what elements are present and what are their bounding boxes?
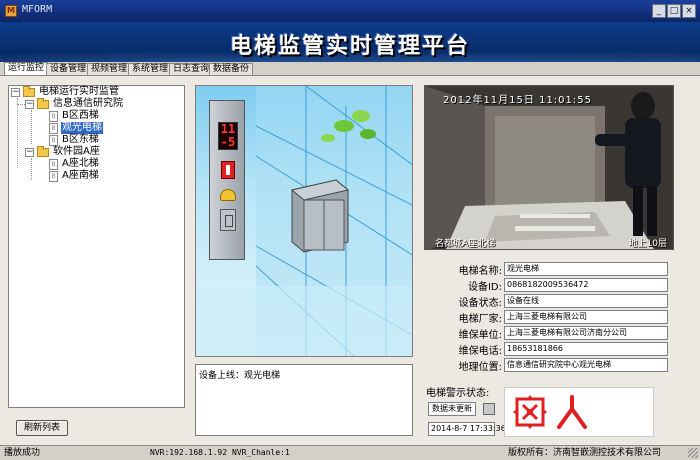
maintenance-unit-field[interactable]: 上海三菱电梯有限公司济南分公司 (504, 326, 668, 340)
tab-system-management[interactable]: 系统管理 (128, 63, 173, 75)
tree-node-root[interactable]: − 电梯运行实时监管 (11, 85, 120, 98)
location-field[interactable]: 信息通信研究院中心观光电梯 (504, 358, 668, 372)
app-banner: 电梯监管实时管理平台 (0, 22, 700, 62)
log-entry: 设备上线：观光电梯 (199, 371, 281, 381)
alert-status-label: 电梯警示状态: (426, 388, 490, 399)
elevator-car (290, 179, 350, 253)
nvr-address: NVR:192.168.1.92 (150, 448, 228, 457)
camera-feed[interactable]: 2012年11月15日 11:01:55 名都城A座北梯 地上10层 (424, 85, 674, 250)
status-bar: 播放成功 NVR:192.168.1.92 NVR_Chanle:1 版权所有：… (0, 445, 700, 460)
file-icon: B (49, 110, 58, 122)
app-icon: M (5, 5, 17, 17)
tab-data-backup[interactable]: 数据备份 (209, 63, 254, 75)
manufacturer-label: 电梯厂家: (458, 314, 502, 325)
tree-node-elevator[interactable]: B B区西梯 (49, 110, 100, 122)
device-id-label: 设备ID: (467, 282, 502, 293)
device-id-field[interactable]: 0868182009536472 (504, 278, 668, 292)
tree-node-elevator[interactable]: B A座南梯 (49, 170, 100, 182)
camera-floor-label: 地上10层 (628, 239, 667, 249)
elevator-animation-view: 11 -5 (195, 85, 413, 357)
camera-location-label: 名都城A座北梯 (435, 239, 496, 249)
maximize-button[interactable]: □ (667, 4, 681, 18)
maintenance-unit-label: 维保单位: (458, 330, 502, 341)
alert-status-field: 数据未更新 (428, 402, 476, 416)
elevator-name-field[interactable]: 观光电梯 (504, 262, 668, 276)
location-label: 地理位置: (458, 362, 502, 373)
tab-device-management[interactable]: 设备管理 (46, 63, 91, 75)
maintenance-phone-field[interactable]: 18653181866 (504, 342, 668, 356)
playback-status: 播放成功 (4, 448, 41, 458)
file-icon: B (49, 134, 58, 146)
person-indicator-icon (221, 161, 235, 179)
collapse-icon[interactable]: − (25, 99, 34, 109)
elevator-control-panel: 11 -5 (209, 100, 245, 260)
folder-icon (23, 85, 35, 97)
file-icon: B (49, 122, 58, 134)
window-title-bar: M MFORM _ □ × (0, 0, 700, 22)
person-trapped-icon (557, 395, 587, 429)
tree-node-group[interactable]: − 信息通信研究院 (25, 97, 124, 110)
maintenance-phone-label: 维保电话: (458, 346, 502, 357)
file-icon: B (49, 170, 58, 182)
tab-video-management[interactable]: 视频管理 (87, 63, 132, 75)
file-icon: B (49, 158, 58, 170)
collapse-icon[interactable]: − (11, 87, 20, 97)
resize-grip-icon[interactable] (688, 448, 698, 458)
folder-icon (37, 145, 49, 157)
door-key-icon (220, 209, 236, 231)
copyright-text: 版权所有：济南智嵌测控技术有限公司 (508, 448, 662, 458)
alarm-bell-icon (220, 189, 236, 201)
alert-indicator-light (483, 403, 495, 415)
tree-node-elevator-selected[interactable]: B 观光电梯 (49, 122, 103, 134)
alert-icons-panel (504, 387, 654, 437)
manufacturer-field[interactable]: 上海三菱电梯有限公司 (504, 310, 668, 324)
tab-run-monitor[interactable]: 运行监控 (4, 62, 49, 75)
window-title: MFORM (22, 4, 53, 15)
close-button[interactable]: × (682, 4, 696, 18)
alert-time-field: 2014-8-7 17:33:36 (428, 422, 506, 436)
tree-node-elevator[interactable]: B B区东梯 (49, 134, 100, 146)
monitor-panel: − 电梯运行实时监管 − 信息通信研究院 B B区西梯 B 观光电梯 B B区东… (0, 75, 700, 445)
elevator-name-label: 电梯名称: (458, 266, 502, 277)
tab-log-query[interactable]: 日志查询 (169, 63, 214, 75)
folder-icon (37, 97, 49, 109)
camera-image (425, 86, 673, 249)
floor-display: 11 -5 (218, 122, 238, 150)
fire-warning-icon (513, 395, 547, 429)
refresh-list-button[interactable]: 刷新列表 (16, 420, 68, 436)
minimize-button[interactable]: _ (652, 4, 666, 18)
device-status-field[interactable]: 设备在线 (504, 294, 668, 308)
collapse-icon[interactable]: − (25, 147, 34, 157)
event-log[interactable]: 设备上线：观光电梯 (195, 364, 413, 436)
nvr-channel: NVR_Chanle:1 (232, 448, 290, 457)
camera-timestamp: 2012年11月15日 11:01:55 (443, 95, 592, 106)
main-tab-strip: 运行监控 设备管理 视频管理 系统管理 日志查询 数据备份 (0, 62, 700, 75)
elevator-tree[interactable]: − 电梯运行实时监管 − 信息通信研究院 B B区西梯 B 观光电梯 B B区东… (8, 85, 185, 408)
banner-title: 电梯监管实时管理平台 (229, 33, 470, 59)
device-status-label: 设备状态: (458, 298, 502, 309)
tree-node-elevator[interactable]: B A座北梯 (49, 158, 100, 170)
tree-node-group[interactable]: − 软件园A座 (25, 145, 101, 158)
